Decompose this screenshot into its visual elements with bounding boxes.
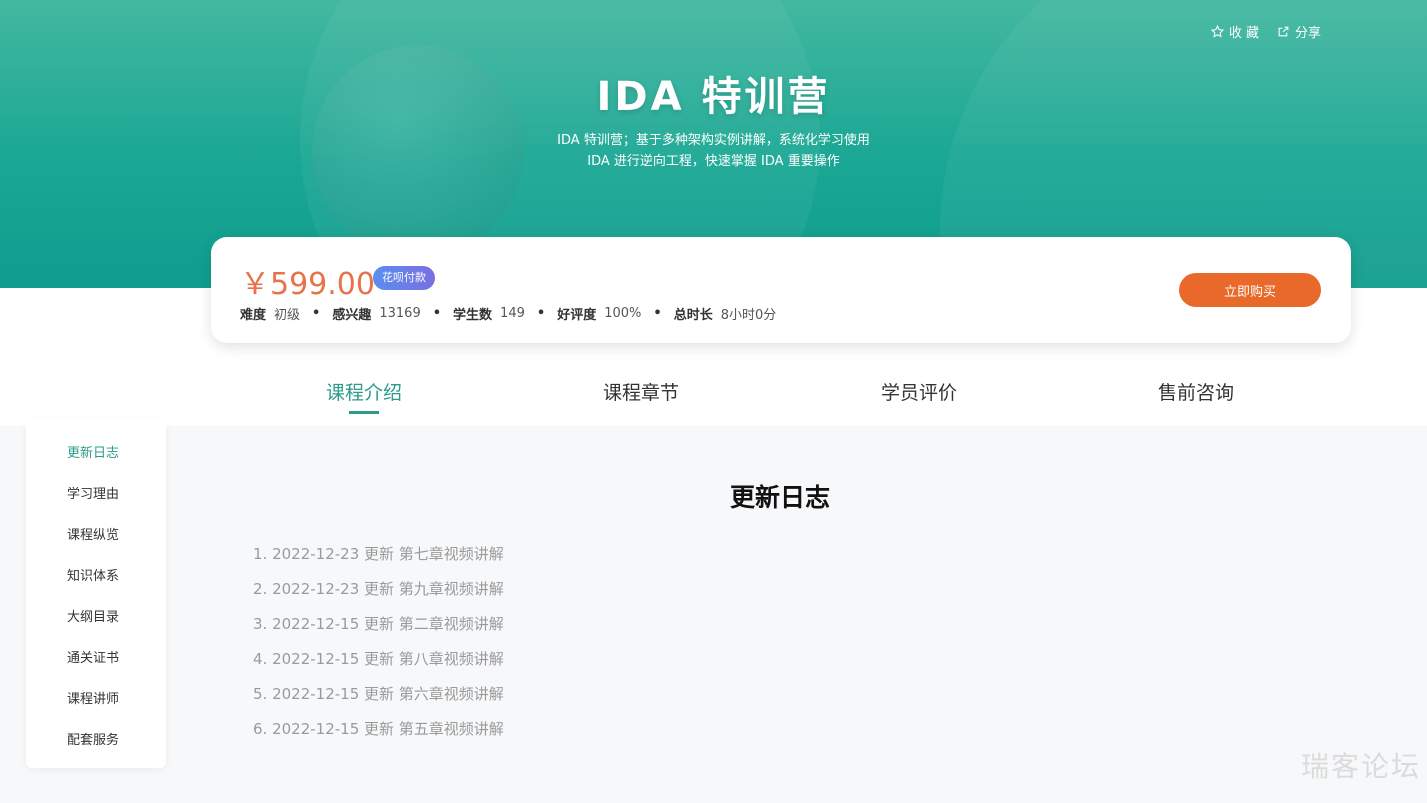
- subtitle-line: IDA 特训营；基于多种架构实例讲解，系统化学习使用: [557, 133, 870, 148]
- subtitle-line: IDA 进行逆向工程，快速掌握 IDA 重要操作: [587, 154, 840, 169]
- sidebar-item-instructor[interactable]: 课程讲师: [67, 688, 119, 707]
- favorite-label: 收 藏: [1228, 26, 1259, 41]
- sidebar-item-changelog[interactable]: 更新日志: [67, 442, 119, 461]
- stat-value-students: 149: [500, 306, 525, 321]
- sidebar-item-services[interactable]: 配套服务: [67, 729, 119, 748]
- tab-presale-consult[interactable]: 售前咨询: [1096, 378, 1296, 405]
- tab-course-chapters[interactable]: 课程章节: [541, 378, 741, 405]
- stat-label-rating: 好评度: [557, 308, 597, 323]
- watermark: 瑞客论坛: [1300, 750, 1421, 783]
- separator-dot: •: [432, 306, 442, 321]
- share-icon: [1278, 26, 1289, 37]
- changelog-list: 1. 2022-12-23 更新 第七章视频讲解 2. 2022-12-23 更…: [253, 543, 504, 753]
- course-tabs: 课程介绍 课程章节 学员评价 售前咨询: [0, 378, 1427, 418]
- list-item: 6. 2022-12-15 更新 第五章视频讲解: [253, 720, 504, 738]
- course-title: IDA 特训营: [596, 74, 831, 120]
- active-tab-indicator: [349, 411, 379, 414]
- share-label: 分享: [1294, 26, 1321, 41]
- course-price: ￥599.00: [240, 267, 375, 302]
- tab-label: 课程介绍: [325, 382, 402, 404]
- stat-label-interested: 感兴趣: [332, 308, 372, 323]
- sidebar-item-knowledge[interactable]: 知识体系: [67, 565, 119, 584]
- tab-label: 售前咨询: [1157, 382, 1234, 404]
- separator-dot: •: [536, 306, 546, 321]
- course-subtitle: IDA 特训营；基于多种架构实例讲解，系统化学习使用 IDA 进行逆向工程，快速…: [0, 130, 1427, 172]
- stat-value-duration: 8小时0分: [720, 308, 777, 323]
- list-item: 4. 2022-12-15 更新 第八章视频讲解: [253, 650, 504, 668]
- course-stats: 难度 初级 • 感兴趣 13169 • 学生数 149 • 好评度 100% •…: [240, 304, 776, 323]
- tab-student-reviews[interactable]: 学员评价: [819, 378, 1019, 405]
- stat-label-difficulty: 难度: [240, 308, 267, 323]
- stat-label-students: 学生数: [453, 308, 493, 323]
- tab-label: 课程章节: [602, 382, 679, 404]
- list-item: 1. 2022-12-23 更新 第七章视频讲解: [253, 545, 504, 563]
- price-card: ￥599.00 花呗付款 难度 初级 • 感兴趣 13169 • 学生数 149…: [211, 237, 1351, 343]
- share-button[interactable]: 分享: [1277, 22, 1321, 41]
- section-sidebar: 更新日志 学习理由 课程纵览 知识体系 大纲目录 通关证书 课程讲师 配套服务: [26, 420, 166, 768]
- star-icon: [1210, 25, 1224, 38]
- separator-dot: •: [653, 306, 662, 321]
- sidebar-item-outline[interactable]: 大纲目录: [67, 606, 119, 625]
- buy-now-button[interactable]: 立即购买: [1179, 273, 1321, 307]
- stat-label-duration: 总时长: [673, 308, 713, 323]
- stat-value-rating: 100%: [604, 306, 642, 321]
- sidebar-item-certificate[interactable]: 通关证书: [67, 647, 119, 666]
- list-item: 2. 2022-12-23 更新 第九章视频讲解: [253, 580, 504, 598]
- hero-actions: 收 藏 分享: [1210, 22, 1321, 41]
- section-title: 更新日志: [729, 483, 830, 512]
- payment-tag: 花呗付款: [373, 266, 435, 290]
- stat-value-difficulty: 初级: [274, 308, 301, 323]
- sidebar-item-reasons[interactable]: 学习理由: [67, 483, 119, 502]
- list-item: 5. 2022-12-15 更新 第六章视频讲解: [253, 685, 504, 703]
- stat-value-interested: 13169: [379, 306, 421, 321]
- tab-course-intro[interactable]: 课程介绍: [264, 378, 464, 414]
- favorite-button[interactable]: 收 藏: [1210, 22, 1259, 41]
- sidebar-item-overview[interactable]: 课程纵览: [67, 524, 119, 543]
- list-item: 3. 2022-12-15 更新 第二章视频讲解: [253, 615, 504, 633]
- separator-dot: •: [312, 306, 321, 321]
- tab-label: 学员评价: [880, 382, 957, 404]
